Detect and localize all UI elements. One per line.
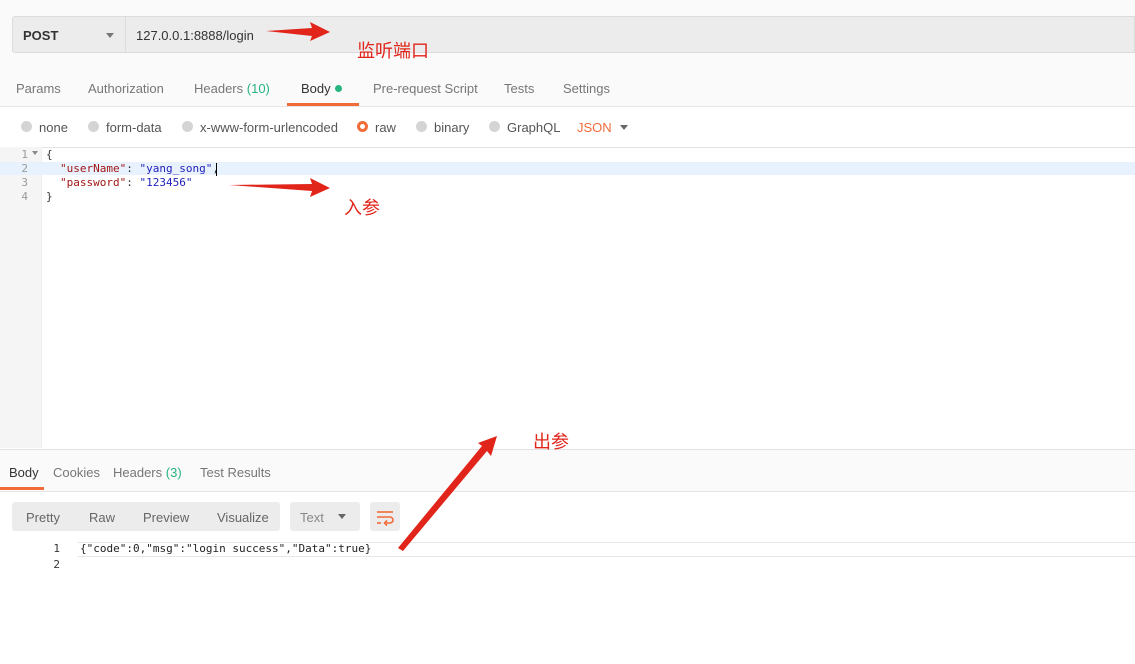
annotation-arrows	[229, 22, 497, 551]
annotation-output: 出参	[533, 432, 569, 452]
arrow-right-icon	[229, 178, 330, 197]
arrow-right-icon	[266, 22, 330, 41]
annotation-port: 监听端口	[357, 41, 429, 61]
annotation-input: 入参	[344, 198, 380, 218]
arrow-up-right-icon	[398, 436, 497, 551]
